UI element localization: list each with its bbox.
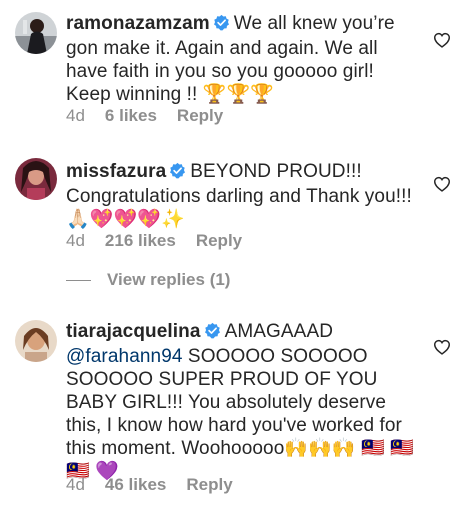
mention-link[interactable]: @farahann94 — [66, 346, 183, 367]
username[interactable]: missfazura — [66, 161, 166, 182]
likes-count[interactable]: 216 likes — [105, 231, 176, 251]
username[interactable]: tiarajacquelina — [66, 321, 201, 342]
comment-meta: 4d 6 likes Reply — [66, 106, 223, 126]
heart-outline-icon[interactable] — [433, 32, 451, 48]
reply-button[interactable]: Reply — [177, 106, 223, 126]
comment-age: 4d — [66, 106, 85, 125]
heart-outline-icon[interactable] — [433, 339, 451, 355]
verified-badge-icon — [213, 14, 230, 37]
comment-ramonazamzam: ramonazamzam We all knew you’re gon make … — [0, 0, 474, 140]
comment-text-prefix: AMAGAAAD — [224, 321, 334, 342]
view-replies-button[interactable]: View replies (1) — [66, 270, 230, 290]
likes-count[interactable]: 6 likes — [105, 106, 157, 126]
comment-body: missfazura BEYOND PROUD!!! Congratulation… — [66, 160, 416, 231]
comment-missfazura: missfazura BEYOND PROUD!!! Congratulation… — [0, 150, 474, 260]
likes-count[interactable]: 46 likes — [105, 475, 166, 495]
comment-body: tiarajacquelina AMAGAAAD @farahann94 SOOO… — [66, 320, 416, 483]
verified-badge-icon — [169, 162, 186, 185]
avatar[interactable] — [15, 158, 57, 200]
comment-age: 4d — [66, 231, 85, 250]
verified-badge-icon — [204, 322, 221, 345]
comment-meta: 4d 46 likes Reply — [66, 475, 233, 495]
username[interactable]: ramonazamzam — [66, 13, 210, 34]
comment-meta: 4d 216 likes Reply — [66, 231, 242, 251]
comment-body: ramonazamzam We all knew you’re gon make … — [66, 12, 416, 106]
divider — [66, 279, 91, 281]
comment-age: 4d — [66, 475, 85, 494]
comment-tiarajacquelina: tiarajacquelina AMAGAAAD @farahann94 SOOO… — [0, 315, 474, 515]
view-replies-label: View replies (1) — [107, 270, 231, 289]
reply-button[interactable]: Reply — [196, 231, 242, 251]
reply-button[interactable]: Reply — [186, 475, 232, 495]
avatar[interactable] — [15, 12, 57, 54]
avatar[interactable] — [15, 320, 57, 362]
heart-outline-icon[interactable] — [433, 176, 451, 192]
